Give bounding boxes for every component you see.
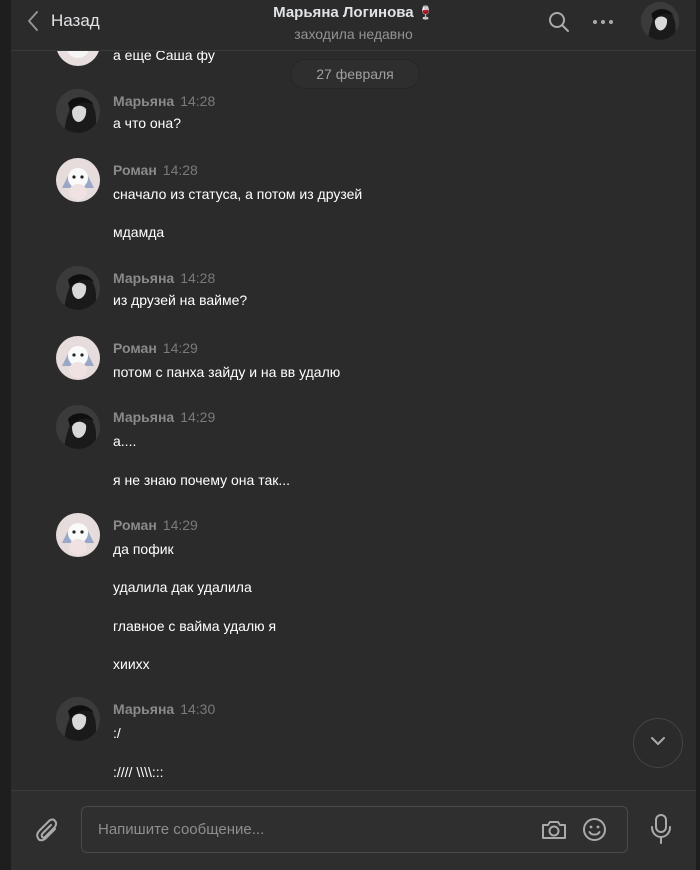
message-text: хиихх [113,656,150,672]
message-author[interactable]: Роман [113,162,157,178]
message-time: 14:29 [162,340,198,356]
message-time: 14:29 [180,409,216,425]
emoji-icon[interactable] [582,817,607,842]
avatar[interactable] [56,158,100,202]
message-meta: Марьяна 14:29 [113,409,215,425]
camera-icon[interactable] [540,818,568,842]
message-text: из друзей на вайме? [113,292,248,308]
message-text: потом с панха зайду и на вв удалю [113,364,341,380]
back-button[interactable]: Назад [27,8,100,34]
message-text: удалила дак удалила [113,579,252,595]
message-text: да пофик [113,541,174,557]
message-time: 14:29 [162,517,198,533]
message-author[interactable]: Марьяна [113,93,174,109]
message-text: сначало из статуса, а потом из друзей [113,186,363,202]
message-text: а что она? [113,115,181,131]
chat-title[interactable]: Марьяна Логинова [273,4,413,21]
chat-header: Назад Марьяна Логинова 🍷 заходила недавно [11,0,696,51]
avatar[interactable] [56,697,100,741]
message-author[interactable]: Марьяна [113,701,174,717]
message-author[interactable]: Роман [113,517,157,533]
microphone-icon[interactable] [649,813,673,845]
chevron-left-icon [27,10,39,32]
avatar[interactable] [56,89,100,133]
message-meta: Марьяна 14:28 [113,93,215,109]
message-text: а еще Саша фу [113,50,215,63]
scroll-to-bottom-button[interactable] [633,718,683,768]
chat-panel: Назад Марьяна Логинова 🍷 заходила недавно… [11,0,696,870]
message-text: я не знаю почему она так... [113,472,291,488]
message-author[interactable]: Марьяна [113,409,174,425]
message-author[interactable]: Роман [113,340,157,356]
avatar[interactable] [56,336,100,380]
avatar [56,50,100,66]
avatar[interactable] [56,405,100,449]
message-input[interactable] [96,807,520,852]
message-text: а.... [113,433,137,449]
message-text: мдамда [113,224,165,240]
message-composer [11,790,696,870]
message-text: ://// \\\\::: [113,764,164,780]
message-time: 14:28 [180,270,216,286]
message-time: 14:28 [162,162,198,178]
wine-glass-emoji: 🍷 [417,5,434,20]
message-time: 14:30 [180,701,216,717]
message-meta: Роман 14:29 [113,340,198,356]
message-text: :/ [113,725,121,741]
avatar[interactable] [56,513,100,557]
message-time: 14:28 [180,93,216,109]
message-author[interactable]: Марьяна [113,270,174,286]
date-separator: 27 февраля [291,60,419,88]
message-meta: Роман 14:28 [113,162,198,178]
chevron-down-icon [649,734,667,752]
message-list[interactable]: а еще Саша фу 27 февраля Марьяна 14:28 а … [11,50,696,790]
more-icon[interactable] [591,10,615,34]
message-meta: Марьяна 14:28 [113,270,215,286]
paperclip-icon[interactable] [35,817,61,845]
window-frame-left [0,0,11,870]
message-input-box [81,806,628,853]
search-icon[interactable] [547,10,571,34]
message-meta: Роман 14:29 [113,517,198,533]
avatar[interactable] [641,2,679,40]
back-label: Назад [51,11,100,30]
window-frame-right [696,0,700,870]
message-meta: Марьяна 14:30 [113,701,215,717]
message-text: главное с вайма удалю я [113,618,277,634]
avatar[interactable] [56,266,100,310]
